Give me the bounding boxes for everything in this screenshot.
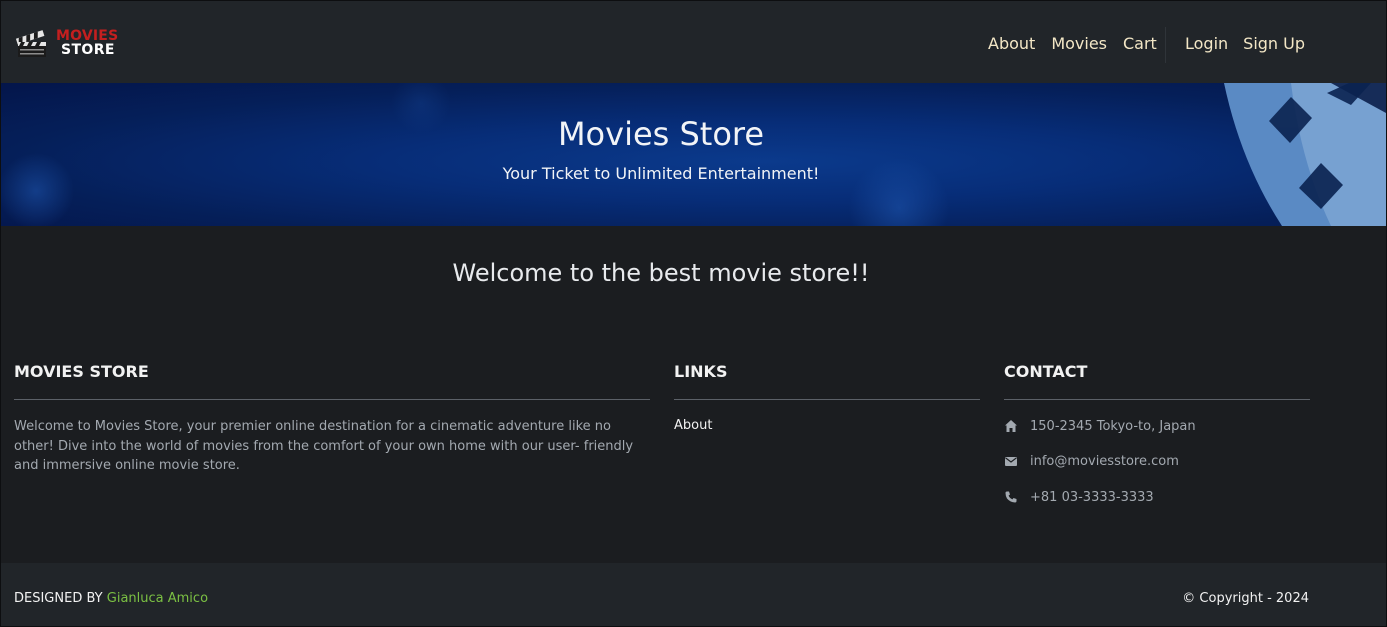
contact-phone-text: +81 03-3333-3333 [1030, 489, 1154, 505]
contact-address: 150-2345 Tokyo-to, Japan [1004, 417, 1196, 435]
phone-icon [1005, 491, 1017, 503]
navbar: MOVIES STORE About Movies Cart Login Sig… [1, 1, 1386, 83]
footer-link-about[interactable]: About [674, 418, 712, 433]
welcome-heading: Welcome to the best movie store!! [452, 259, 870, 287]
footer-about-text: Welcome to Movies Store, your premier on… [14, 419, 634, 473]
nav-main: About Movies Cart [988, 32, 1173, 54]
clapperboard-icon [15, 30, 46, 57]
footer-bottom-bar: DESIGNED BY Gianluca Amico © Copyright -… [1, 563, 1386, 626]
hero-subtitle: Your Ticket to Unlimited Entertainment! [502, 164, 820, 183]
nav-divider [1165, 27, 1166, 63]
brand-name-line2: STORE [61, 42, 115, 58]
footer-links-title: LINKS [674, 362, 728, 381]
hero-banner: Movies Store Your Ticket to Unlimited En… [1, 83, 1386, 226]
contact-email-text: info@moviesstore.com [1030, 453, 1179, 469]
copyright-text: © Copyright - 2024 [1182, 591, 1309, 606]
film-reel-decoration-icon [1, 83, 1386, 226]
brand-name-line1: MOVIES [56, 28, 119, 44]
contact-email: info@moviesstore.com [1004, 452, 1179, 470]
nav-link-cart[interactable]: Cart [1123, 34, 1157, 53]
footer-links-divider [674, 399, 980, 400]
designed-by: DESIGNED BY Gianluca Amico [14, 591, 208, 606]
hero-title: Movies Store [557, 115, 765, 153]
author-link[interactable]: Gianluca Amico [107, 591, 208, 606]
nav-link-movies[interactable]: Movies [1051, 34, 1107, 53]
nav-link-about[interactable]: About [988, 34, 1035, 53]
footer-contact-divider [1004, 399, 1310, 400]
footer-about-title: MOVIES STORE [14, 362, 149, 381]
nav-link-signup[interactable]: Sign Up [1243, 34, 1305, 53]
nav-auth: Login Sign Up [1185, 32, 1320, 54]
contact-phone: +81 03-3333-3333 [1004, 488, 1154, 506]
designed-by-label: DESIGNED BY [14, 591, 103, 606]
envelope-icon [1005, 457, 1017, 466]
nav-link-login[interactable]: Login [1185, 34, 1228, 53]
brand-logo[interactable]: MOVIES STORE [14, 23, 124, 63]
footer-contact-title: CONTACT [1004, 362, 1088, 381]
footer-about-divider [14, 399, 650, 400]
home-icon [1005, 420, 1017, 432]
contact-address-text: 150-2345 Tokyo-to, Japan [1030, 418, 1196, 434]
